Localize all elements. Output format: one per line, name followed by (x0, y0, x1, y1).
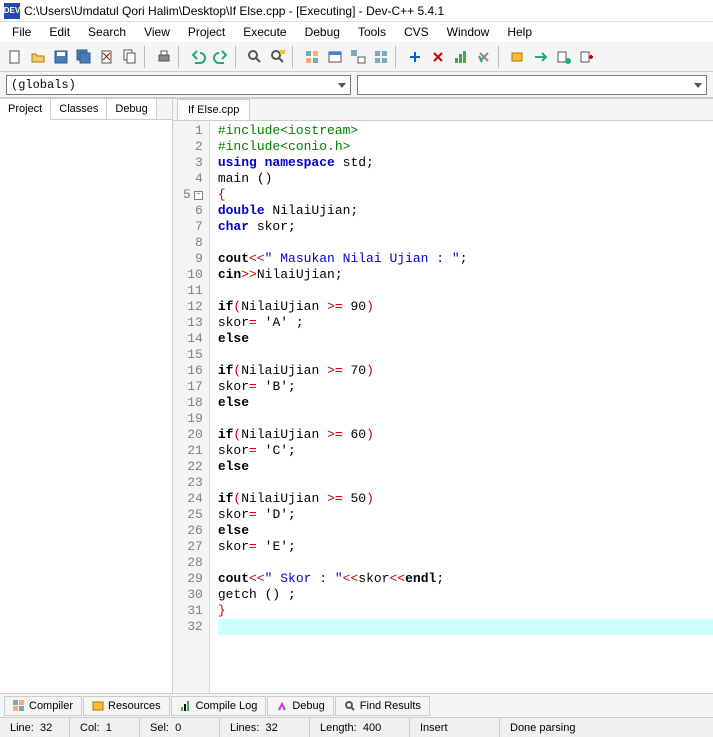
new-class-button[interactable] (507, 46, 529, 68)
status-parse: Done parsing (500, 718, 713, 737)
menu-execute[interactable]: Execute (235, 23, 294, 41)
run-button[interactable] (324, 46, 346, 68)
menubar: FileEditSearchViewProjectExecuteDebugToo… (0, 22, 713, 42)
bottom-tab-compile-log[interactable]: Compile Log (171, 696, 267, 716)
rebuild-button[interactable] (370, 46, 392, 68)
menu-file[interactable]: File (4, 23, 39, 41)
debug-button[interactable] (404, 46, 426, 68)
menu-cvs[interactable]: CVS (396, 23, 437, 41)
status-line: Line: 32 (0, 718, 70, 737)
save-button[interactable] (50, 46, 72, 68)
bookmark-button[interactable] (576, 46, 598, 68)
scope-combo[interactable]: (globals) (6, 75, 351, 95)
stop-button[interactable] (427, 46, 449, 68)
main-area: ProjectClassesDebug If Else.cpp 12345−67… (0, 98, 713, 693)
status-sel: Sel: 0 (140, 718, 220, 737)
redo-button[interactable] (210, 46, 232, 68)
undo-button[interactable] (187, 46, 209, 68)
new-file-button[interactable] (4, 46, 26, 68)
editor-tab-active[interactable]: If Else.cpp (177, 99, 250, 120)
menu-edit[interactable]: Edit (41, 23, 78, 41)
fold-icon[interactable]: − (194, 191, 203, 200)
menu-search[interactable]: Search (80, 23, 134, 41)
compile-log-icon (180, 700, 192, 712)
profile-button[interactable] (450, 46, 472, 68)
left-tab-debug[interactable]: Debug (107, 99, 156, 119)
code-editor[interactable]: 12345−6789101112131415161718192021222324… (173, 121, 713, 693)
close-all-button[interactable] (119, 46, 141, 68)
bottom-tabs: CompilerResourcesCompile LogDebugFind Re… (0, 693, 713, 717)
statusbar: Line: 32 Col: 1 Sel: 0 Lines: 32 Length:… (0, 717, 713, 737)
print-button[interactable] (153, 46, 175, 68)
menu-project[interactable]: Project (180, 23, 233, 41)
member-combo[interactable] (357, 75, 707, 95)
left-panel-content (0, 120, 172, 693)
bottom-tab-compiler[interactable]: Compiler (4, 696, 82, 716)
editor-panel: If Else.cpp 12345−6789101112131415161718… (173, 99, 713, 693)
open-button[interactable] (27, 46, 49, 68)
bottom-tab-find-results[interactable]: Find Results (335, 696, 430, 716)
titlebar: DEV C:\Users\Umdatul Qori Halim\Desktop\… (0, 0, 713, 22)
menu-debug[interactable]: Debug (297, 23, 348, 41)
goto-button[interactable] (530, 46, 552, 68)
compile-run-button[interactable] (347, 46, 369, 68)
status-mode: Insert (410, 718, 500, 737)
status-length: Length: 400 (310, 718, 410, 737)
compile-button[interactable] (301, 46, 323, 68)
status-lines: Lines: 32 (220, 718, 310, 737)
status-col: Col: 1 (70, 718, 140, 737)
editor-tabs: If Else.cpp (173, 99, 713, 121)
left-tabs: ProjectClassesDebug (0, 99, 172, 120)
close-button[interactable] (96, 46, 118, 68)
code-content[interactable]: #include<iostream>#include<conio.h>using… (210, 121, 713, 693)
replace-button[interactable] (267, 46, 289, 68)
menu-window[interactable]: Window (439, 23, 498, 41)
insert-button[interactable] (553, 46, 575, 68)
left-tab-project[interactable]: Project (0, 99, 51, 120)
menu-help[interactable]: Help (499, 23, 540, 41)
menu-tools[interactable]: Tools (350, 23, 394, 41)
bottom-tab-resources[interactable]: Resources (83, 696, 170, 716)
left-panel: ProjectClassesDebug (0, 99, 173, 693)
menu-view[interactable]: View (136, 23, 178, 41)
bottom-tab-debug[interactable]: Debug (267, 696, 333, 716)
clean-button[interactable] (473, 46, 495, 68)
left-tab-classes[interactable]: Classes (51, 99, 107, 119)
find-button[interactable] (244, 46, 266, 68)
app-icon: DEV (4, 3, 20, 19)
window-title: C:\Users\Umdatul Qori Halim\Desktop\If E… (24, 4, 444, 18)
find-results-icon (344, 700, 356, 712)
toolbar (0, 42, 713, 72)
dropdown-bar: (globals) (0, 72, 713, 98)
save-all-button[interactable] (73, 46, 95, 68)
compiler-icon (13, 700, 25, 712)
debug-icon (276, 700, 288, 712)
resources-icon (92, 700, 104, 712)
line-gutter: 12345−6789101112131415161718192021222324… (173, 121, 210, 693)
